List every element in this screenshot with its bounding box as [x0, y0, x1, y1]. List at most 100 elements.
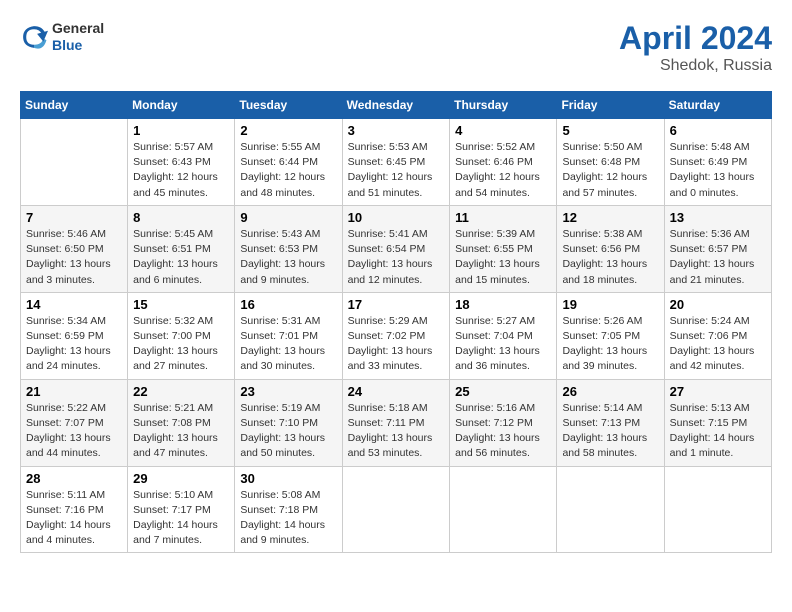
- calendar-cell: 26 Sunrise: 5:14 AMSunset: 7:13 PMDayligh…: [557, 379, 664, 466]
- day-number: 3: [348, 123, 445, 138]
- week-row-3: 14 Sunrise: 5:34 AMSunset: 6:59 PMDayligh…: [21, 292, 772, 379]
- day-number: 6: [670, 123, 766, 138]
- calendar-cell: 18 Sunrise: 5:27 AMSunset: 7:04 PMDayligh…: [450, 292, 557, 379]
- day-info: Sunrise: 5:53 AMSunset: 6:45 PMDaylight:…: [348, 140, 445, 201]
- day-number: 29: [133, 471, 229, 486]
- day-number: 24: [348, 384, 445, 399]
- day-info: Sunrise: 5:38 AMSunset: 6:56 PMDaylight:…: [562, 227, 658, 288]
- day-number: 2: [240, 123, 336, 138]
- day-info: Sunrise: 5:43 AMSunset: 6:53 PMDaylight:…: [240, 227, 336, 288]
- calendar-title: April 2024: [619, 20, 772, 57]
- day-info: Sunrise: 5:21 AMSunset: 7:08 PMDaylight:…: [133, 401, 229, 462]
- calendar-cell: 24 Sunrise: 5:18 AMSunset: 7:11 PMDayligh…: [342, 379, 450, 466]
- day-info: Sunrise: 5:46 AMSunset: 6:50 PMDaylight:…: [26, 227, 122, 288]
- calendar-cell: 27 Sunrise: 5:13 AMSunset: 7:15 PMDayligh…: [664, 379, 771, 466]
- header-day-tuesday: Tuesday: [235, 92, 342, 119]
- day-number: 7: [26, 210, 122, 225]
- header-day-saturday: Saturday: [664, 92, 771, 119]
- day-number: 4: [455, 123, 551, 138]
- day-info: Sunrise: 5:32 AMSunset: 7:00 PMDaylight:…: [133, 314, 229, 375]
- logo-line2: Blue: [52, 37, 104, 54]
- calendar-cell: 3 Sunrise: 5:53 AMSunset: 6:45 PMDaylight…: [342, 119, 450, 206]
- calendar-cell: 14 Sunrise: 5:34 AMSunset: 6:59 PMDayligh…: [21, 292, 128, 379]
- calendar-cell: 20 Sunrise: 5:24 AMSunset: 7:06 PMDayligh…: [664, 292, 771, 379]
- day-number: 20: [670, 297, 766, 312]
- day-info: Sunrise: 5:52 AMSunset: 6:46 PMDaylight:…: [455, 140, 551, 201]
- day-info: Sunrise: 5:14 AMSunset: 7:13 PMDaylight:…: [562, 401, 658, 462]
- day-number: 19: [562, 297, 658, 312]
- calendar-cell: 28Sunrise: 5:11 AMSunset: 7:16 PMDayligh…: [21, 466, 128, 553]
- day-number: 18: [455, 297, 551, 312]
- day-number: 16: [240, 297, 336, 312]
- day-info: Sunrise: 5:26 AMSunset: 7:05 PMDaylight:…: [562, 314, 658, 375]
- day-info: Sunrise: 5:22 AMSunset: 7:07 PMDaylight:…: [26, 401, 122, 462]
- day-number: 26: [562, 384, 658, 399]
- page-header: General Blue April 2024 Shedok, Russia: [20, 20, 772, 75]
- header-day-wednesday: Wednesday: [342, 92, 450, 119]
- day-number: 14: [26, 297, 122, 312]
- day-number: 27: [670, 384, 766, 399]
- day-number: 13: [670, 210, 766, 225]
- day-info: Sunrise: 5:55 AMSunset: 6:44 PMDaylight:…: [240, 140, 336, 201]
- calendar-cell: 23 Sunrise: 5:19 AMSunset: 7:10 PMDayligh…: [235, 379, 342, 466]
- day-number: 8: [133, 210, 229, 225]
- calendar-cell: 12Sunrise: 5:38 AMSunset: 6:56 PMDayligh…: [557, 205, 664, 292]
- calendar-cell: [342, 466, 450, 553]
- day-number: 21: [26, 384, 122, 399]
- week-row-1: 1Sunrise: 5:57 AMSunset: 6:43 PMDaylight…: [21, 119, 772, 206]
- day-info: Sunrise: 5:13 AMSunset: 7:15 PMDaylight:…: [670, 401, 766, 462]
- calendar-cell: 2 Sunrise: 5:55 AMSunset: 6:44 PMDaylight…: [235, 119, 342, 206]
- day-info: Sunrise: 5:27 AMSunset: 7:04 PMDaylight:…: [455, 314, 551, 375]
- calendar-cell: [21, 119, 128, 206]
- header-day-friday: Friday: [557, 92, 664, 119]
- calendar-cell: 11 Sunrise: 5:39 AMSunset: 6:55 PMDayligh…: [450, 205, 557, 292]
- header-day-thursday: Thursday: [450, 92, 557, 119]
- day-number: 28: [26, 471, 122, 486]
- day-number: 11: [455, 210, 551, 225]
- day-info: Sunrise: 5:45 AMSunset: 6:51 PMDaylight:…: [133, 227, 229, 288]
- day-number: 25: [455, 384, 551, 399]
- day-number: 22: [133, 384, 229, 399]
- day-info: Sunrise: 5:18 AMSunset: 7:11 PMDaylight:…: [348, 401, 445, 462]
- calendar-body: 1Sunrise: 5:57 AMSunset: 6:43 PMDaylight…: [21, 119, 772, 553]
- week-row-5: 28Sunrise: 5:11 AMSunset: 7:16 PMDayligh…: [21, 466, 772, 553]
- calendar-cell: [557, 466, 664, 553]
- title-block: April 2024 Shedok, Russia: [619, 20, 772, 75]
- calendar-header: SundayMondayTuesdayWednesdayThursdayFrid…: [21, 92, 772, 119]
- calendar-cell: [664, 466, 771, 553]
- day-info: Sunrise: 5:36 AMSunset: 6:57 PMDaylight:…: [670, 227, 766, 288]
- calendar-cell: 8 Sunrise: 5:45 AMSunset: 6:51 PMDaylight…: [128, 205, 235, 292]
- day-info: Sunrise: 5:24 AMSunset: 7:06 PMDaylight:…: [670, 314, 766, 375]
- calendar-cell: 9 Sunrise: 5:43 AMSunset: 6:53 PMDaylight…: [235, 205, 342, 292]
- calendar-subtitle: Shedok, Russia: [619, 57, 772, 75]
- calendar-cell: 10 Sunrise: 5:41 AMSunset: 6:54 PMDayligh…: [342, 205, 450, 292]
- calendar-cell: 19 Sunrise: 5:26 AMSunset: 7:05 PMDayligh…: [557, 292, 664, 379]
- header-day-monday: Monday: [128, 92, 235, 119]
- day-info: Sunrise: 5:41 AMSunset: 6:54 PMDaylight:…: [348, 227, 445, 288]
- day-info: Sunrise: 5:31 AMSunset: 7:01 PMDaylight:…: [240, 314, 336, 375]
- calendar-cell: 29 Sunrise: 5:10 AMSunset: 7:17 PMDayligh…: [128, 466, 235, 553]
- day-info: Sunrise: 5:48 AMSunset: 6:49 PMDaylight:…: [670, 140, 766, 201]
- calendar-cell: 16 Sunrise: 5:31 AMSunset: 7:01 PMDayligh…: [235, 292, 342, 379]
- day-number: 15: [133, 297, 229, 312]
- day-info: Sunrise: 5:08 AMSunset: 7:18 PMDaylight:…: [240, 488, 336, 549]
- calendar-cell: 21 Sunrise: 5:22 AMSunset: 7:07 PMDayligh…: [21, 379, 128, 466]
- day-number: 9: [240, 210, 336, 225]
- logo-line1: General: [52, 20, 104, 37]
- calendar-cell: 30 Sunrise: 5:08 AMSunset: 7:18 PMDayligh…: [235, 466, 342, 553]
- day-info: Sunrise: 5:10 AMSunset: 7:17 PMDaylight:…: [133, 488, 229, 549]
- calendar-cell: 4 Sunrise: 5:52 AMSunset: 6:46 PMDaylight…: [450, 119, 557, 206]
- header-day-sunday: Sunday: [21, 92, 128, 119]
- day-number: 5: [562, 123, 658, 138]
- day-number: 30: [240, 471, 336, 486]
- day-number: 10: [348, 210, 445, 225]
- calendar-cell: 1Sunrise: 5:57 AMSunset: 6:43 PMDaylight…: [128, 119, 235, 206]
- day-info: Sunrise: 5:39 AMSunset: 6:55 PMDaylight:…: [455, 227, 551, 288]
- calendar-cell: 7 Sunrise: 5:46 AMSunset: 6:50 PMDaylight…: [21, 205, 128, 292]
- day-number: 23: [240, 384, 336, 399]
- day-info: Sunrise: 5:19 AMSunset: 7:10 PMDaylight:…: [240, 401, 336, 462]
- day-number: 1: [133, 123, 229, 138]
- week-row-4: 21 Sunrise: 5:22 AMSunset: 7:07 PMDayligh…: [21, 379, 772, 466]
- logo-icon: [20, 23, 48, 51]
- day-info: Sunrise: 5:34 AMSunset: 6:59 PMDaylight:…: [26, 314, 122, 375]
